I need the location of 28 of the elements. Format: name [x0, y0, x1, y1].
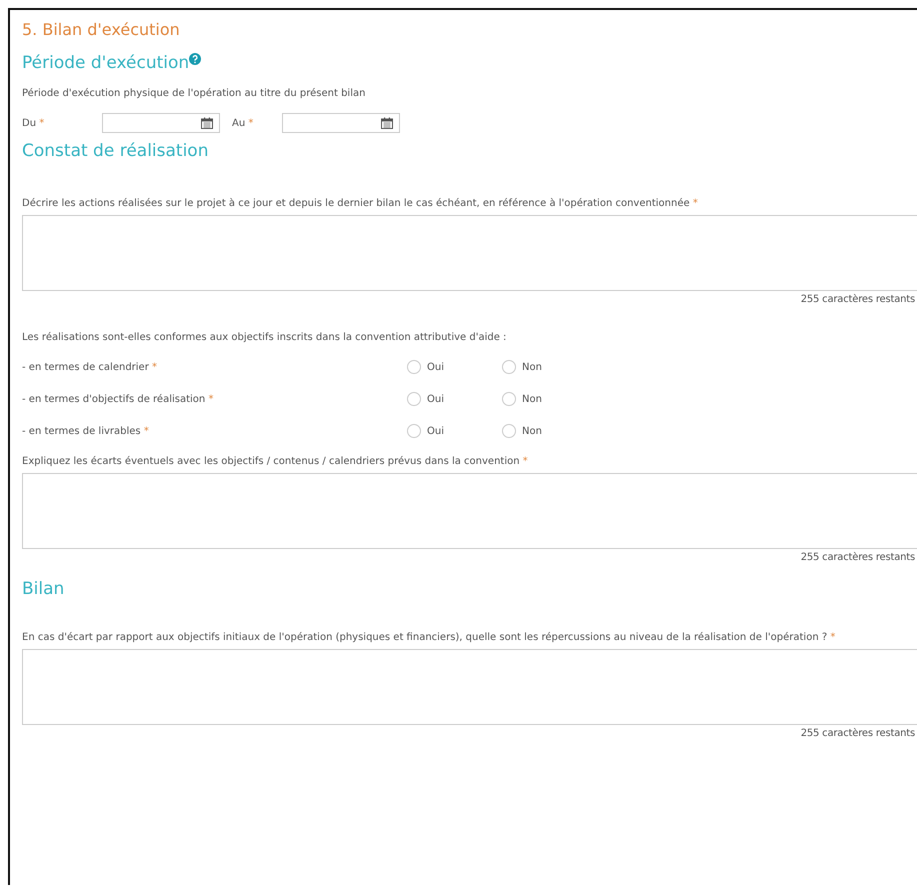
calendar-icon[interactable] [201, 117, 213, 129]
date-field[interactable] [102, 113, 220, 133]
subsection-heading: Bilan [22, 579, 66, 599]
radio-option[interactable]: Non [502, 424, 582, 438]
radio-option[interactable]: Non [502, 392, 582, 406]
radio-option[interactable]: Oui [407, 392, 502, 406]
question-label: Les réalisations sont-elles conformes aux objectifs inscrits dans la convention attributive d'aide : [22, 331, 508, 345]
criterion-label: - en termes d'objectifs de réalisation * [22, 394, 214, 404]
date-label: Au * [232, 118, 254, 128]
question-label: Expliquez les écarts éventuels avec les objectifs / contenus / calendriers prévus dans la convention * [22, 455, 529, 469]
calendar-icon[interactable] [381, 117, 393, 129]
section-title: 5. Bilan d'exécution [22, 20, 181, 39]
radio-option[interactable]: Oui [407, 424, 502, 438]
question-label: En cas d'écart par rapport aux objectifs initiaux de l'opération (physiques et financiers), quelle sont les répercussions au niveau de la réalisation de l'opération ? * [22, 631, 836, 645]
radio-option[interactable]: Oui [407, 360, 502, 374]
character-counter: 255 caractères restants [800, 728, 916, 739]
character-counter: 255 caractères restants [800, 294, 916, 305]
subsection-heading: Période d'exécution [22, 53, 917, 73]
criterion-label: - en termes de livrables * [22, 426, 150, 436]
criterion-label: - en termes de calendrier * [22, 362, 158, 372]
radio-option[interactable]: Non [502, 360, 582, 374]
character-counter: 255 caractères restants [800, 552, 916, 563]
subsection-heading: Constat de réalisation [22, 141, 210, 161]
period-description: Période d'exécution physique de l'opération au titre du présent bilan [22, 87, 366, 101]
question-label: Décrire les actions réalisées sur le projet à ce jour et depuis le dernier bilan le cas échéant, en référence à l'opération conventionnée * [22, 197, 699, 211]
date-label: Du * [22, 118, 46, 128]
help-icon[interactable] [189, 53, 202, 65]
date-field[interactable] [282, 113, 400, 133]
